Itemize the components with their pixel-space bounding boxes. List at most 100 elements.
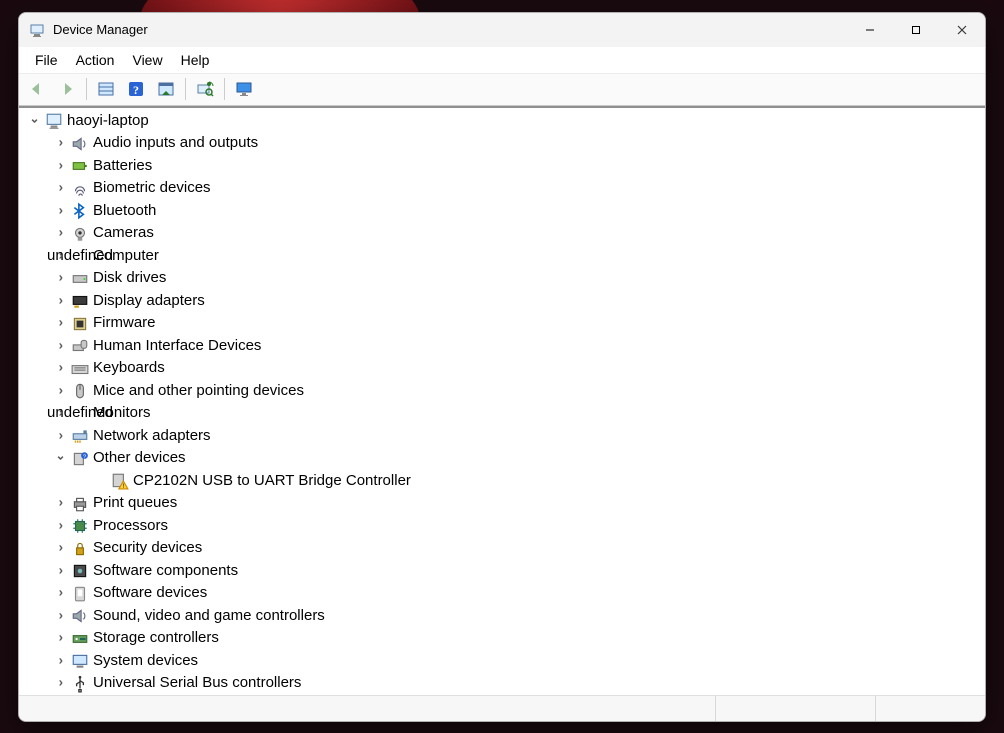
expand-icon[interactable] [53, 496, 69, 512]
security-icon [71, 540, 89, 558]
menu-view[interactable]: View [124, 50, 170, 70]
tree-node[interactable]: Mice and other pointing devices [19, 380, 985, 403]
keyboard-icon [71, 360, 89, 378]
back-icon [23, 76, 51, 102]
tree-node[interactable]: Human Interface Devices [19, 335, 985, 358]
tree-node[interactable]: !CP2102N USB to UART Bridge Controller [19, 470, 985, 493]
tree-node-label: Biometric devices [93, 177, 211, 200]
tree-node[interactable]: ? Other devices [19, 447, 985, 470]
tree-node-label: Network adapters [93, 425, 211, 448]
app-icon [29, 22, 45, 38]
svg-text:!: ! [123, 483, 125, 490]
tree-node-label: Mice and other pointing devices [93, 380, 304, 403]
properties-icon[interactable] [152, 76, 180, 102]
titlebar[interactable]: Device Manager [19, 13, 985, 47]
expand-icon[interactable] [53, 181, 69, 197]
tree-node[interactable]: Software devices [19, 582, 985, 605]
menu-action[interactable]: Action [68, 50, 123, 70]
expand-icon[interactable] [53, 586, 69, 602]
tree-node-label: Audio inputs and outputs [93, 132, 258, 155]
collapse-icon[interactable] [27, 113, 43, 129]
tree-node-label: Sound, video and game controllers [93, 605, 325, 628]
disk-icon [71, 270, 89, 288]
tree-node[interactable]: Audio inputs and outputs [19, 132, 985, 155]
tree-node-label: Disk drives [93, 267, 166, 290]
other-device-icon: ? [71, 450, 89, 468]
window-title: Device Manager [53, 22, 847, 37]
svg-text:?: ? [83, 454, 86, 460]
tree-node[interactable]: Bluetooth [19, 200, 985, 223]
expand-icon[interactable] [53, 136, 69, 152]
battery-icon [71, 157, 89, 175]
expand-icon[interactable] [53, 518, 69, 534]
device-tree[interactable]: haoyi-laptopAudio inputs and outputsBatt… [19, 108, 985, 695]
tree-node[interactable]: Network adapters [19, 425, 985, 448]
tree-node[interactable]: Batteries [19, 155, 985, 178]
expand-icon[interactable] [53, 653, 69, 669]
expand-icon[interactable] [53, 271, 69, 287]
tree-node[interactable]: Security devices [19, 537, 985, 560]
tree-node[interactable]: Sound, video and game controllers [19, 605, 985, 628]
help-icon[interactable]: ? [122, 76, 150, 102]
tree-node[interactable]: Firmware [19, 312, 985, 335]
expand-icon[interactable] [53, 293, 69, 309]
expand-icon[interactable] [53, 563, 69, 579]
tree-node-label: System devices [93, 650, 198, 673]
bluetooth-icon [71, 202, 89, 220]
tree-node-label: Human Interface Devices [93, 335, 261, 358]
tree-node[interactable]: haoyi-laptop [19, 110, 985, 133]
tree-node[interactable]: Software components [19, 560, 985, 583]
tree-node-label: Bluetooth [93, 200, 156, 223]
expand-icon[interactable] [53, 338, 69, 354]
collapse-icon[interactable] [53, 451, 69, 467]
firmware-icon [71, 315, 89, 333]
close-button[interactable] [939, 13, 985, 47]
tree-node[interactable]: Universal Serial Bus controllers [19, 672, 985, 695]
monitor-icon[interactable] [230, 76, 258, 102]
expand-icon[interactable] [53, 428, 69, 444]
expand-icon[interactable] [53, 383, 69, 399]
expand-icon[interactable] [53, 316, 69, 332]
expand-icon[interactable] [53, 541, 69, 557]
tree-node[interactable]: undefinedComputer [19, 245, 985, 268]
minimize-button[interactable] [847, 13, 893, 47]
forward-icon [53, 76, 81, 102]
component-icon [71, 562, 89, 580]
expand-icon[interactable] [53, 608, 69, 624]
tree-node-label: Processors [93, 515, 168, 538]
tree-node-label: Security devices [93, 537, 202, 560]
maximize-button[interactable] [893, 13, 939, 47]
tree-node[interactable]: Biometric devices [19, 177, 985, 200]
tree-node[interactable]: Display adapters [19, 290, 985, 313]
expand-icon[interactable] [53, 361, 69, 377]
storage-controller-icon [71, 630, 89, 648]
tree-node[interactable]: Print queues [19, 492, 985, 515]
menu-help[interactable]: Help [173, 50, 218, 70]
expand-icon[interactable] [53, 158, 69, 174]
system-device-icon [71, 652, 89, 670]
toolbar: ? [19, 74, 985, 106]
computer-root-icon [45, 112, 63, 130]
tree-node[interactable]: System devices [19, 650, 985, 673]
menu-file[interactable]: File [27, 50, 66, 70]
tree-node[interactable]: Cameras [19, 222, 985, 245]
svg-text:?: ? [133, 83, 139, 97]
expand-icon[interactable] [53, 226, 69, 242]
show-hidden-icon[interactable] [92, 76, 120, 102]
hid-icon [71, 337, 89, 355]
tree-node-label: Computer [93, 245, 159, 268]
tree-node-label: Other devices [93, 447, 186, 470]
scan-hardware-icon[interactable] [191, 76, 219, 102]
menubar: File Action View Help [19, 47, 985, 75]
display-adapter-icon [71, 292, 89, 310]
tree-node[interactable]: Keyboards [19, 357, 985, 380]
usb-icon [71, 675, 89, 693]
expand-icon[interactable] [53, 676, 69, 692]
expand-icon[interactable] [53, 631, 69, 647]
tree-node[interactable]: Disk drives [19, 267, 985, 290]
tree-node[interactable]: undefinedMonitors [19, 402, 985, 425]
warning-device-icon: ! [111, 472, 129, 490]
tree-node[interactable]: Storage controllers [19, 627, 985, 650]
expand-icon[interactable] [53, 203, 69, 219]
tree-node[interactable]: Processors [19, 515, 985, 538]
